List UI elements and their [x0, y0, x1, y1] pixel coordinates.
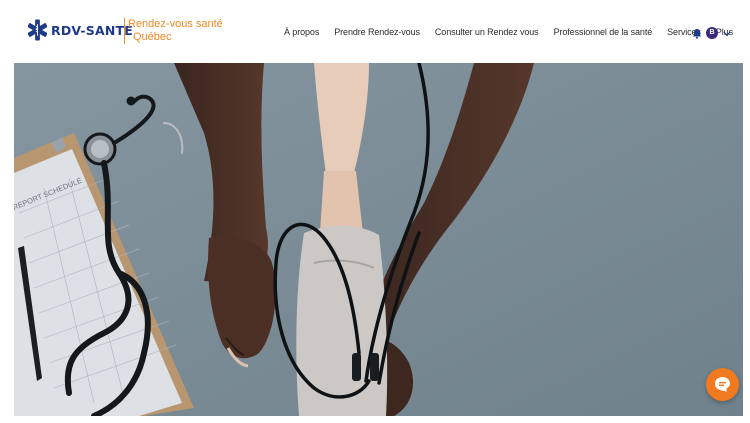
top-navigation-bar: RDV-SANTE Rendez-vous santé Québec À pro… [0, 0, 750, 62]
tagline-line-2: Québec [133, 31, 172, 43]
medical-star-icon [28, 19, 47, 41]
nav-item-professionnel-sante[interactable]: Professionnel de la santé [554, 27, 653, 37]
avatar[interactable]: B [706, 27, 718, 39]
hero-image: REPORT SCHEDULE [14, 63, 743, 416]
nav-item-consulter-rendez-vous[interactable]: Consulter un Rendez vous [435, 27, 539, 37]
chevron-down-icon[interactable] [723, 31, 731, 37]
blood-pressure-cuff [296, 225, 388, 416]
main-nav: À propos Prendre Rendez-vous Consulter u… [284, 27, 748, 37]
nav-item-prendre-rendez-vous[interactable]: Prendre Rendez-vous [334, 27, 420, 37]
chat-icon [715, 377, 730, 392]
blood-pressure-photo: REPORT SCHEDULE [14, 63, 743, 416]
brand-name: RDV-SANTE [51, 22, 133, 38]
chat-button[interactable] [706, 368, 739, 401]
brand-logo[interactable]: RDV-SANTE [28, 19, 133, 41]
tagline-line-1: Rendez-vous santé [128, 18, 223, 30]
bell-icon[interactable] [692, 28, 702, 39]
brand-tagline: Rendez-vous santé Québec [124, 18, 223, 44]
nav-item-a-propos[interactable]: À propos [284, 27, 319, 37]
